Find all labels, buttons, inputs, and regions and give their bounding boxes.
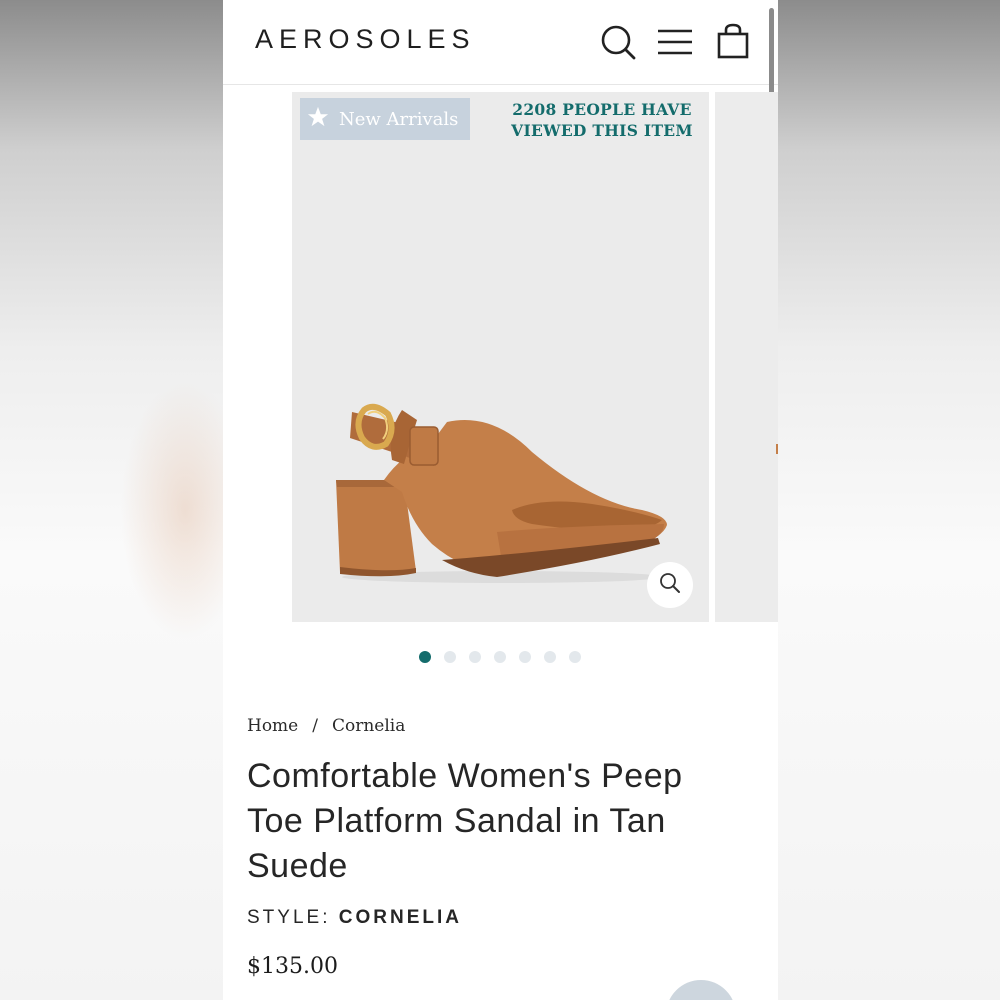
carousel-dot-4[interactable] — [494, 651, 506, 663]
mobile-page: AEROSOLES New Arrivals 2208 PEOPLE HAVE … — [223, 0, 778, 1000]
product-price: $135.00 — [247, 954, 338, 979]
style-label: STYLE: — [247, 907, 331, 928]
viewed-line-1: 2208 PEOPLE HAVE — [512, 100, 692, 119]
star-icon — [307, 106, 329, 133]
carousel-dots — [419, 651, 581, 663]
new-arrivals-badge: New Arrivals — [300, 98, 470, 140]
menu-icon[interactable] — [655, 22, 695, 62]
next-image-slide-peek[interactable] — [715, 92, 778, 622]
site-header: AEROSOLES — [223, 0, 778, 85]
breadcrumb: Home / Cornelia — [247, 716, 405, 736]
breadcrumb-current: Cornelia — [331, 716, 406, 736]
brand-logo[interactable]: AEROSOLES — [255, 24, 476, 55]
carousel-dot-6[interactable] — [544, 651, 556, 663]
magnifier-icon — [658, 571, 682, 599]
style-value: CORNELIA — [338, 907, 462, 928]
product-image-slide[interactable]: New Arrivals 2208 PEOPLE HAVE VIEWED THI… — [292, 92, 709, 622]
badge-label: New Arrivals — [339, 108, 459, 130]
carousel-dot-7[interactable] — [569, 651, 581, 663]
carousel-dot-1[interactable] — [419, 651, 431, 663]
next-slide-shoe-edge — [776, 444, 778, 454]
search-icon[interactable] — [599, 22, 639, 62]
carousel-dot-3[interactable] — [469, 651, 481, 663]
product-title: Comfortable Women's Peep Toe Platform Sa… — [247, 757, 683, 885]
cart-icon[interactable] — [713, 22, 753, 62]
breadcrumb-home-link[interactable]: Home — [247, 716, 298, 736]
background-right — [778, 0, 1000, 1000]
carousel-dot-5[interactable] — [519, 651, 531, 663]
sandal-image — [336, 403, 667, 583]
background-left — [0, 0, 250, 1000]
chat-button[interactable] — [666, 980, 736, 1000]
carousel-dot-2[interactable] — [444, 651, 456, 663]
viewed-count-notice: 2208 PEOPLE HAVE VIEWED THIS ITEM — [502, 99, 702, 141]
zoom-button[interactable] — [647, 562, 693, 608]
breadcrumb-separator: / — [312, 716, 318, 736]
viewed-line-2: VIEWED THIS ITEM — [511, 121, 693, 140]
product-style: STYLE: CORNELIA — [247, 907, 462, 929]
